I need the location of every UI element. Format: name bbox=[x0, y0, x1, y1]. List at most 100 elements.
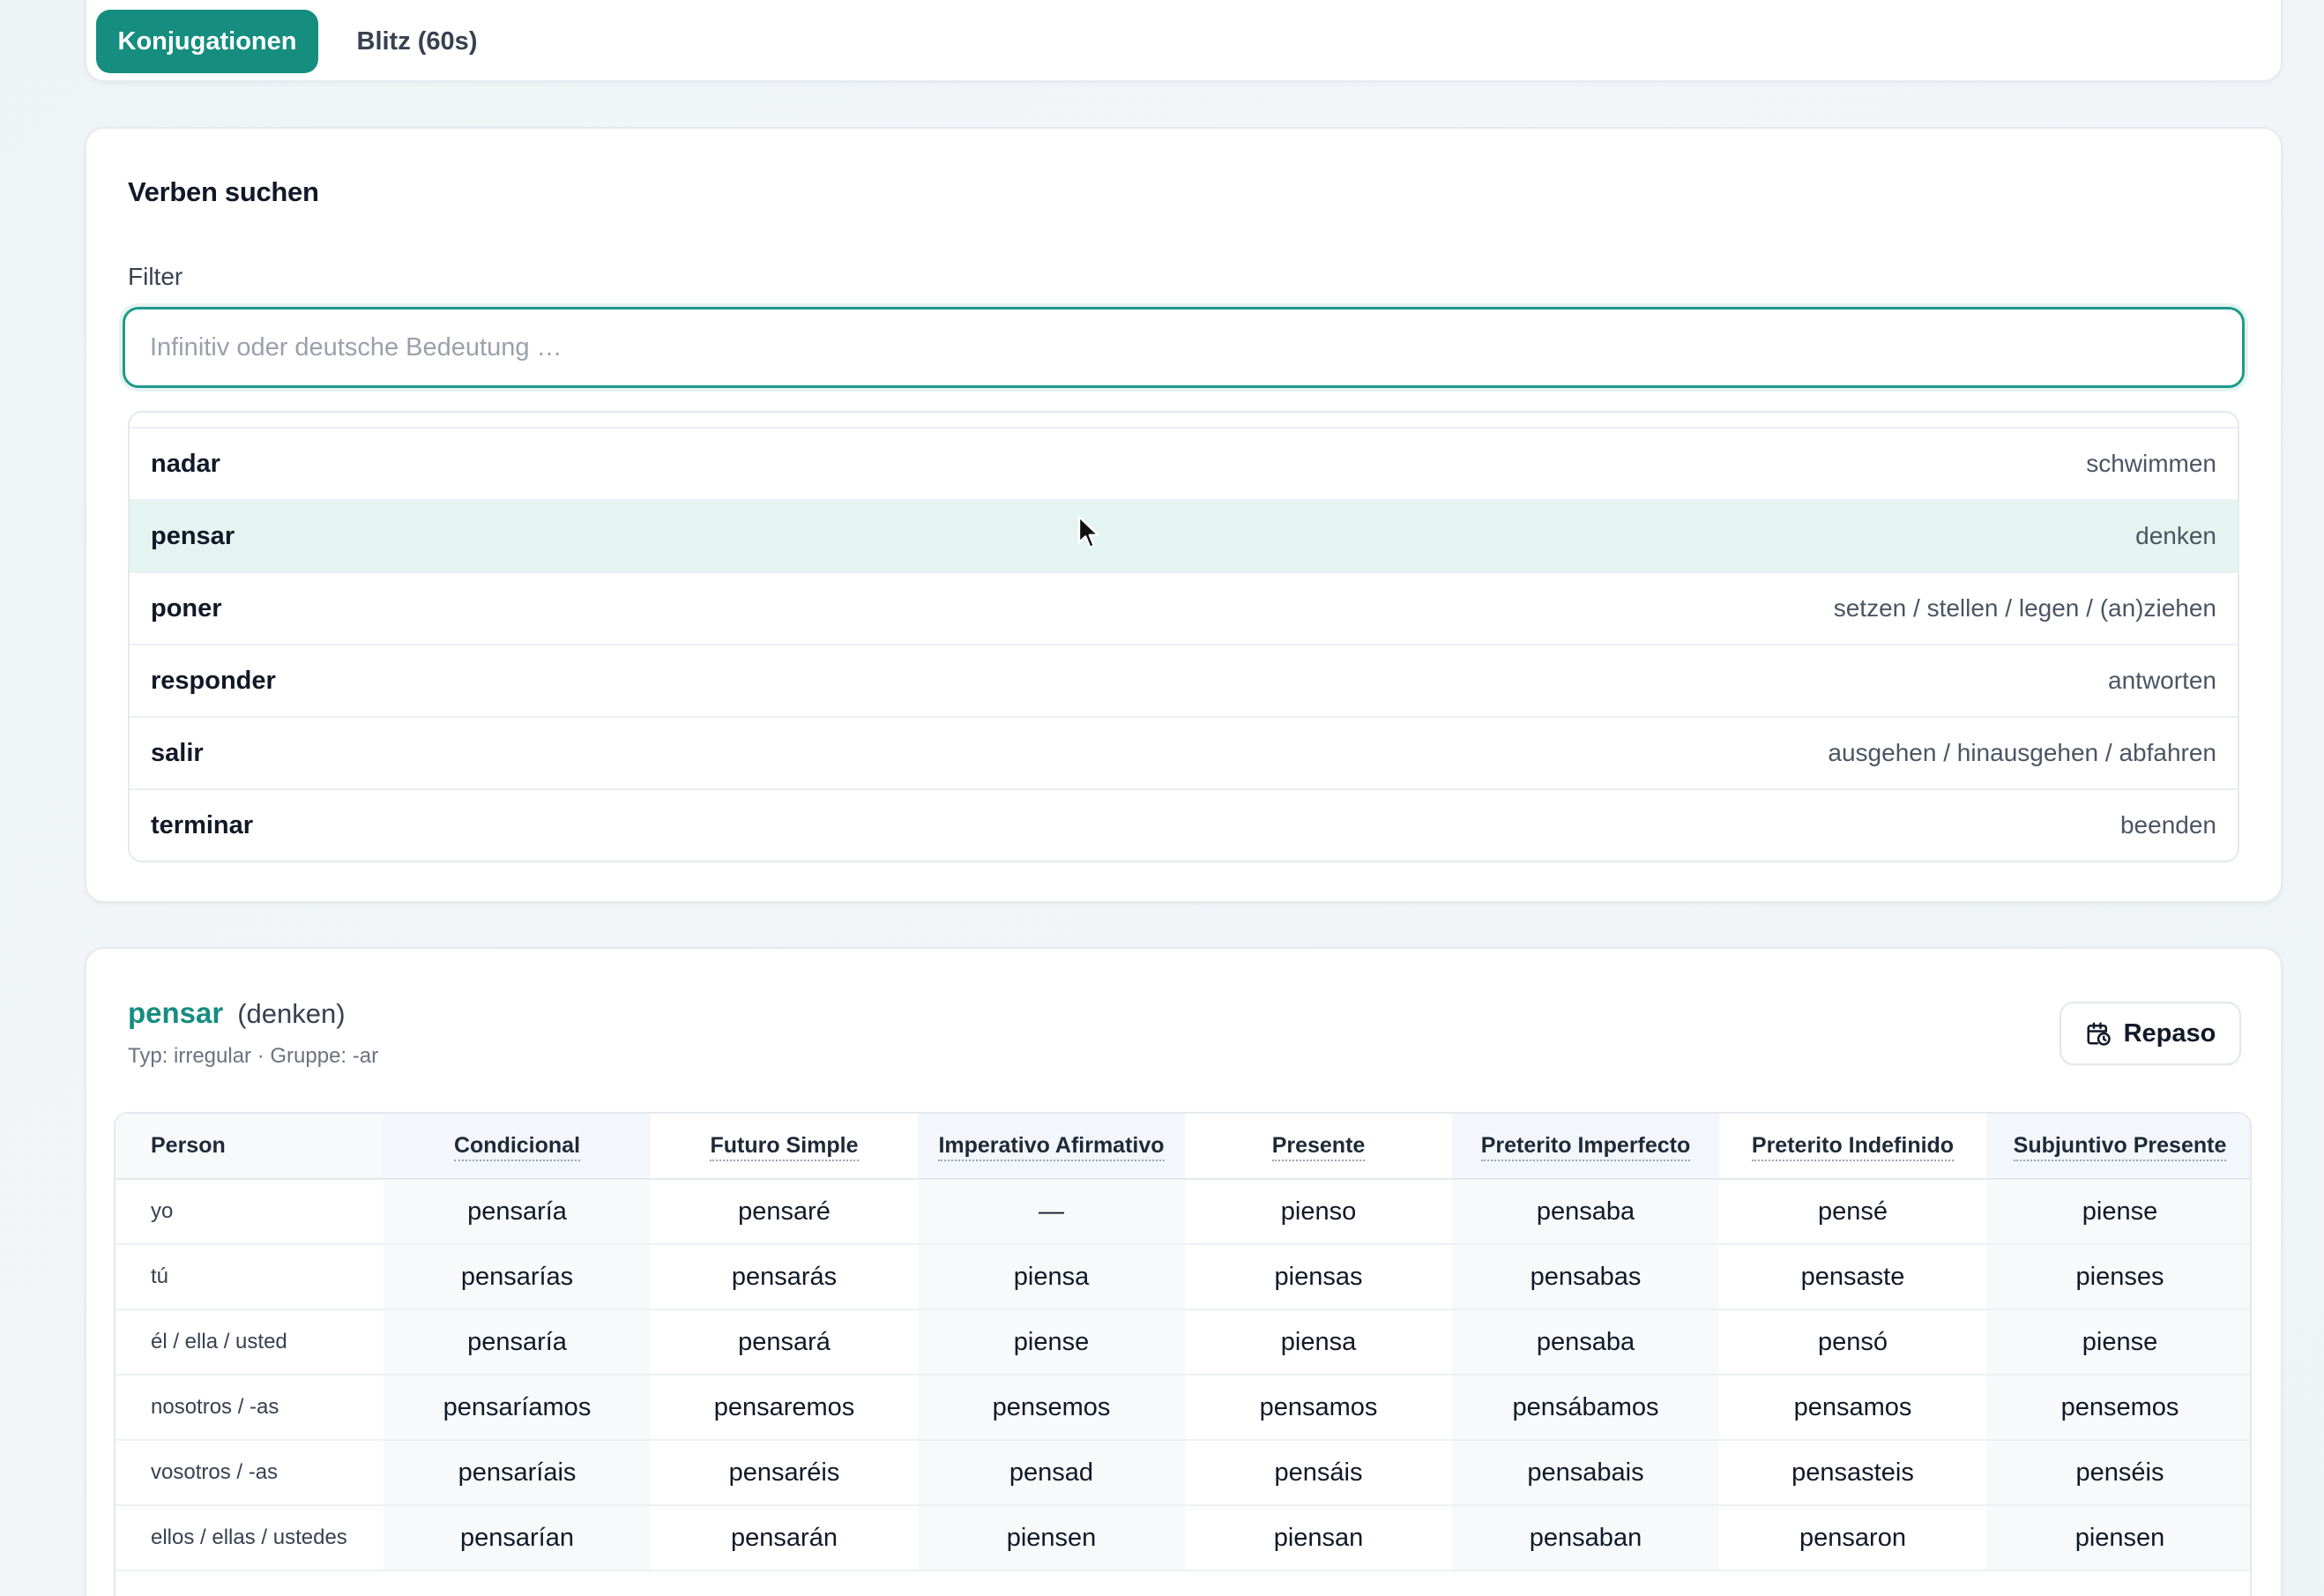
cell-form: piensa bbox=[918, 1244, 1185, 1310]
list-item-verb: terminar bbox=[151, 810, 254, 839]
cell-person: ellos / ellas / ustedes bbox=[115, 1505, 384, 1571]
cell-form: piense bbox=[1986, 1179, 2250, 1245]
table-row: yo pensaría pensaré — pienso pensaba pen… bbox=[115, 1179, 2250, 1245]
cell-person: él / ella / usted bbox=[115, 1309, 384, 1376]
cell-form: — bbox=[918, 1179, 1185, 1245]
cell-form: pienses bbox=[1986, 1244, 2250, 1310]
list-item-meaning: denken bbox=[2135, 522, 2216, 549]
list-item-responder[interactable]: responder antworten bbox=[130, 644, 2238, 716]
conjugation-table-wrap: Person Condicional Futuro Simple Imperat… bbox=[114, 1112, 2252, 1596]
cell-form: pensé bbox=[1719, 1179, 1986, 1245]
cell-form: pensamos bbox=[1185, 1375, 1452, 1441]
header-person: Person bbox=[115, 1114, 384, 1180]
cell-form: pensaríais bbox=[384, 1440, 651, 1506]
calendar-clock-icon bbox=[2087, 1022, 2111, 1046]
cell-form: pensarían bbox=[384, 1505, 651, 1571]
header-tense: Presente bbox=[1185, 1114, 1452, 1180]
verb-meaning: (denken) bbox=[237, 998, 346, 1029]
cell-form: piensa bbox=[1185, 1309, 1452, 1376]
search-title: Verben suchen bbox=[128, 176, 319, 207]
cell-form: pensad bbox=[918, 1440, 1185, 1506]
cell-person: nosotros / -as bbox=[115, 1375, 384, 1441]
list-item-pensar[interactable]: pensar denken bbox=[130, 499, 2238, 571]
cell-form: pensaría bbox=[384, 1179, 651, 1245]
header-tense: Preterito Indefinido bbox=[1719, 1114, 1986, 1180]
verb-title: pensar (denken) bbox=[128, 996, 346, 1030]
cell-form: pensabais bbox=[1452, 1440, 1719, 1506]
cell-form: pensasteis bbox=[1719, 1440, 1986, 1506]
conjugation-table: Person Condicional Futuro Simple Imperat… bbox=[115, 1114, 2250, 1571]
cell-form: pensarán bbox=[651, 1505, 918, 1571]
cell-person: vosotros / -as bbox=[115, 1440, 384, 1506]
cell-person: yo bbox=[115, 1179, 384, 1245]
header-tense: Futuro Simple bbox=[651, 1114, 918, 1180]
cell-form: pensaba bbox=[1452, 1179, 1719, 1245]
list-item-verb: pensar bbox=[151, 521, 235, 550]
table-row: ellos / ellas / ustedes pensarían pensar… bbox=[115, 1505, 2250, 1571]
list-item-nadar[interactable]: nadar schwimmen bbox=[130, 427, 2238, 499]
list-item-salir[interactable]: salir ausgehen / hinausgehen / abfahren bbox=[130, 716, 2238, 788]
filter-input[interactable] bbox=[123, 307, 2245, 388]
list-item-meaning: setzen / stellen / legen / (an)ziehen bbox=[1833, 594, 2216, 622]
list-item-meaning: schwimmen bbox=[2086, 450, 2216, 477]
cell-form: pensarías bbox=[384, 1244, 651, 1310]
cell-form: pensaríamos bbox=[384, 1375, 651, 1441]
verb-infinitive: pensar bbox=[128, 996, 224, 1029]
cell-form: pensábamos bbox=[1452, 1375, 1719, 1441]
header-tense: Preterito Imperfecto bbox=[1452, 1114, 1719, 1180]
list-item-verb: poner bbox=[151, 593, 222, 623]
tab-konjugationen[interactable]: Konjugationen bbox=[96, 10, 318, 73]
cell-form: piense bbox=[1986, 1309, 2250, 1376]
list-item-meaning: beenden bbox=[2119, 811, 2216, 839]
cell-person: tú bbox=[115, 1244, 384, 1310]
cell-form: pensaré bbox=[651, 1179, 918, 1245]
cell-form: pensemos bbox=[1986, 1375, 2250, 1441]
table-row: nosotros / -as pensaríamos pensaremos pe… bbox=[115, 1375, 2250, 1441]
cell-form: pensaréis bbox=[651, 1440, 918, 1506]
cell-form: pensaremos bbox=[651, 1375, 918, 1441]
cell-form: pensaron bbox=[1719, 1505, 1986, 1571]
cell-form: pensaste bbox=[1719, 1244, 1986, 1310]
cell-form: piensas bbox=[1185, 1244, 1452, 1310]
list-item-verb: nadar bbox=[151, 449, 220, 478]
verb-detail-card: pensar (denken) Typ: irregular · Gruppe:… bbox=[85, 947, 2283, 1596]
cell-form: pensamos bbox=[1719, 1375, 1986, 1441]
tab-bar: Konjugationen Blitz (60s) bbox=[85, 0, 2283, 82]
list-item-verb: salir bbox=[151, 738, 204, 767]
list-item-meaning: antworten bbox=[2108, 667, 2216, 694]
tab-blitz[interactable]: Blitz (60s) bbox=[339, 10, 495, 73]
table-row: vosotros / -as pensaríais pensaréis pens… bbox=[115, 1440, 2250, 1506]
header-tense: Subjuntivo Presente bbox=[1986, 1114, 2250, 1180]
cell-form: pensáis bbox=[1185, 1440, 1452, 1506]
table-header-row: Person Condicional Futuro Simple Imperat… bbox=[115, 1114, 2250, 1180]
cell-form: pensemos bbox=[918, 1375, 1185, 1441]
list-item-verb: responder bbox=[151, 666, 276, 695]
cell-form: pensó bbox=[1719, 1309, 1986, 1376]
list-item-terminar[interactable]: terminar beenden bbox=[130, 788, 2238, 861]
repaso-label: Repaso bbox=[2123, 1018, 2216, 1048]
list-item-meaning: ausgehen / hinausgehen / abfahren bbox=[1828, 739, 2216, 766]
verb-meta: Typ: irregular · Gruppe: -ar bbox=[128, 1044, 379, 1068]
repaso-button[interactable]: Repaso bbox=[2060, 1002, 2241, 1065]
header-tense: Condicional bbox=[384, 1114, 651, 1180]
verb-result-list: nadar schwimmen pensar denken poner setz… bbox=[128, 411, 2239, 862]
cell-form: pienso bbox=[1185, 1179, 1452, 1245]
cell-form: penséis bbox=[1986, 1440, 2250, 1506]
header-tense: Imperativo Afirmativo bbox=[918, 1114, 1185, 1180]
cell-form: piensan bbox=[1185, 1505, 1452, 1571]
cell-form: piense bbox=[918, 1309, 1185, 1376]
cell-form: pensaban bbox=[1452, 1505, 1719, 1571]
cell-form: pensaría bbox=[384, 1309, 651, 1376]
cell-form: piensen bbox=[1986, 1505, 2250, 1571]
mouse-cursor-icon bbox=[1077, 515, 1099, 548]
cell-form: pensaba bbox=[1452, 1309, 1719, 1376]
cell-form: pensabas bbox=[1452, 1244, 1719, 1310]
filter-label: Filter bbox=[128, 263, 183, 290]
cell-form: pensarás bbox=[651, 1244, 918, 1310]
verb-search-card: Verben suchen Filter nadar schwimmen pen… bbox=[85, 127, 2283, 903]
table-row: él / ella / usted pensaría pensará piens… bbox=[115, 1309, 2250, 1376]
table-row: tú pensarías pensarás piensa piensas pen… bbox=[115, 1244, 2250, 1310]
list-item-poner[interactable]: poner setzen / stellen / legen / (an)zie… bbox=[130, 571, 2238, 644]
cell-form: piensen bbox=[918, 1505, 1185, 1571]
cell-form: pensará bbox=[651, 1309, 918, 1376]
